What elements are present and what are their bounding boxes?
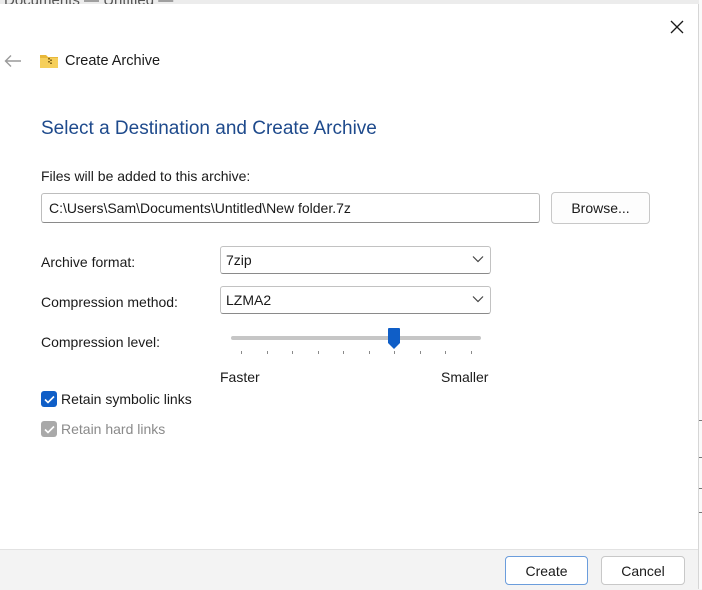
zip-folder-icon	[39, 53, 59, 74]
checkbox-checked-disabled	[41, 421, 57, 437]
chevron-down-icon	[472, 296, 484, 303]
files-label: Files will be added to this archive:	[41, 168, 251, 184]
create-button[interactable]: Create	[505, 556, 588, 585]
dialog-header-title: Create Archive	[65, 53, 161, 69]
archive-format-select[interactable]: 7zip	[220, 246, 491, 274]
retain-hard-links-checkbox: Retain hard links	[41, 421, 165, 437]
slider-tick	[241, 351, 242, 354]
compression-method-value: LZMA2	[226, 292, 272, 308]
dialog-footer	[0, 549, 698, 590]
close-icon	[670, 20, 684, 34]
slider-tick	[471, 351, 472, 354]
slider-tick	[343, 351, 344, 354]
close-button[interactable]	[660, 10, 694, 44]
compression-level-slider-track[interactable]	[231, 336, 481, 340]
back-arrow-icon	[4, 55, 21, 67]
compression-method-label: Compression method:	[41, 294, 178, 310]
chevron-down-icon	[472, 256, 484, 263]
archive-format-value: 7zip	[226, 252, 252, 268]
slider-tick	[369, 351, 370, 354]
archive-path-input[interactable]	[41, 193, 540, 223]
slider-max-label: Smaller	[441, 369, 489, 385]
slider-tick	[420, 351, 421, 354]
archive-format-label: Archive format:	[41, 254, 136, 270]
checkmark-icon	[43, 425, 55, 434]
checkmark-icon	[43, 395, 55, 404]
browse-button[interactable]: Browse...	[551, 192, 650, 224]
compression-level-ticks	[231, 351, 481, 355]
slider-tick	[318, 351, 319, 354]
retain-hard-links-label: Retain hard links	[61, 421, 166, 437]
compression-method-select[interactable]: LZMA2	[220, 286, 491, 314]
back-button[interactable]	[0, 46, 26, 76]
page-heading: Select a Destination and Create Archive	[41, 118, 377, 139]
create-archive-dialog: Create Archive Select a Destination and …	[0, 4, 699, 590]
retain-symbolic-links-checkbox[interactable]: Retain symbolic links	[41, 391, 192, 407]
slider-min-label: Faster	[220, 369, 260, 385]
slider-tick	[267, 351, 268, 354]
compression-level-slider-thumb[interactable]	[387, 327, 401, 356]
retain-symbolic-links-label: Retain symbolic links	[61, 391, 192, 407]
checkbox-checked[interactable]	[41, 391, 57, 407]
cancel-button[interactable]: Cancel	[601, 556, 685, 585]
slider-tick	[292, 351, 293, 354]
compression-level-label: Compression level:	[41, 334, 161, 350]
slider-tick	[445, 351, 446, 354]
